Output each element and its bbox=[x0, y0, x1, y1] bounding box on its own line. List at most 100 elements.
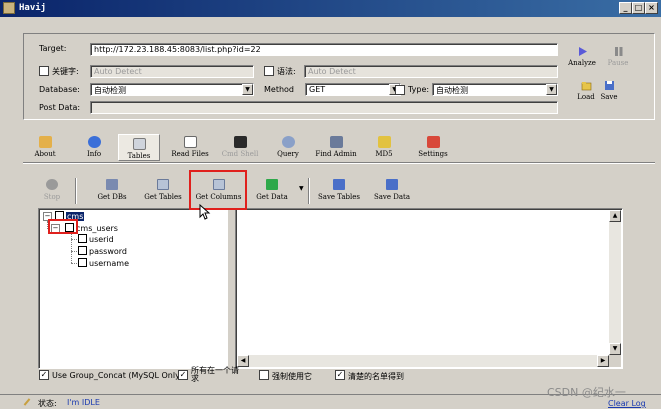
tab-label: Read Files bbox=[171, 150, 209, 158]
type-checkbox[interactable] bbox=[395, 85, 405, 95]
table-icon bbox=[132, 138, 146, 150]
vertical-scrollbar[interactable]: ▲ ▼ bbox=[609, 210, 621, 355]
tab-tables[interactable]: Tables bbox=[118, 134, 160, 161]
result-pane[interactable]: ▲ ▼ ◀ ▶ bbox=[235, 208, 623, 369]
analyze-button[interactable]: Analyze bbox=[566, 46, 598, 67]
checkbox[interactable] bbox=[78, 234, 87, 243]
dropdown-arrow-icon[interactable]: ▼ bbox=[299, 185, 304, 192]
checkbox[interactable] bbox=[78, 246, 87, 255]
type-value: 自动检测 bbox=[436, 86, 468, 95]
tree-line bbox=[71, 251, 77, 252]
syntax-checkbox[interactable] bbox=[264, 66, 274, 76]
method-select[interactable]: GET ▼ bbox=[305, 83, 401, 96]
tab-read-files[interactable]: Read Files bbox=[166, 136, 214, 158]
data-grid-icon bbox=[266, 179, 278, 190]
horizontal-scrollbar[interactable]: ◀ ▶ bbox=[237, 355, 609, 367]
save-button[interactable]: Save bbox=[597, 80, 621, 101]
tree-node-label: userid bbox=[89, 235, 114, 244]
force-use-label: 强制使用它 bbox=[272, 372, 312, 381]
keyword-checkbox[interactable] bbox=[39, 66, 49, 76]
method-label: Method bbox=[264, 85, 295, 94]
stop-label: Stop bbox=[43, 193, 61, 201]
tree-node-column[interactable]: userid bbox=[78, 234, 114, 244]
tab-query[interactable]: Query bbox=[273, 136, 303, 158]
database-select[interactable]: 自动检测 ▼ bbox=[90, 83, 254, 96]
tree-node-label: cms_users bbox=[76, 224, 118, 233]
minimize-button[interactable]: _ bbox=[619, 2, 632, 14]
query-icon bbox=[281, 136, 295, 148]
mouse-cursor-icon bbox=[199, 204, 211, 220]
get-tables-label: Get Tables bbox=[144, 193, 182, 201]
checkbox[interactable] bbox=[78, 258, 87, 267]
tab-label: Tables bbox=[127, 152, 151, 160]
tab-cmd-shell[interactable]: Cmd Shell bbox=[219, 136, 261, 158]
type-select[interactable]: 自动检测 ▼ bbox=[432, 83, 558, 96]
floppy-icon bbox=[604, 81, 614, 90]
get-dbs-label: Get DBs bbox=[97, 193, 127, 201]
stop-button[interactable]: Stop bbox=[38, 179, 66, 201]
save-tables-button[interactable]: Save Tables bbox=[314, 179, 364, 201]
chevron-down-icon[interactable]: ▼ bbox=[546, 84, 557, 95]
tab-label: Query bbox=[277, 150, 299, 158]
scroll-corner bbox=[609, 355, 621, 367]
tree-line bbox=[71, 239, 77, 240]
method-value: GET bbox=[309, 85, 326, 94]
tree-node-label: username bbox=[89, 259, 129, 268]
table-icon bbox=[157, 179, 169, 190]
keyword-input[interactable]: Auto Detect bbox=[90, 65, 254, 78]
terminal-icon bbox=[233, 136, 247, 148]
tree-node-column[interactable]: username bbox=[78, 258, 129, 268]
close-button[interactable]: × bbox=[645, 2, 658, 14]
save-tables-label: Save Tables bbox=[317, 193, 361, 201]
clear-log-link[interactable]: Clear Log bbox=[608, 399, 646, 408]
floppy-icon bbox=[386, 179, 398, 190]
settings-icon bbox=[426, 136, 440, 148]
tab-info[interactable]: Info bbox=[80, 136, 108, 158]
tree-node-column[interactable]: password bbox=[78, 246, 127, 256]
tab-settings[interactable]: Settings bbox=[414, 136, 452, 158]
save-data-label: Save Data bbox=[373, 193, 411, 201]
tab-label: About bbox=[34, 150, 56, 158]
maximize-button[interactable]: □ bbox=[632, 2, 645, 14]
get-dbs-button[interactable]: Get DBs bbox=[93, 179, 131, 201]
title-bar: Havij _ □ × bbox=[0, 0, 661, 17]
type-label: Type: bbox=[408, 85, 430, 94]
chevron-down-icon[interactable]: ▼ bbox=[242, 84, 253, 95]
all-in-one-checkbox[interactable]: ✓ bbox=[178, 370, 188, 380]
toolbar-separator bbox=[308, 178, 310, 204]
get-tables-button[interactable]: Get Tables bbox=[140, 179, 186, 201]
tab-label: Cmd Shell bbox=[221, 150, 259, 158]
floppy-icon bbox=[333, 179, 345, 190]
scroll-up-icon[interactable]: ▲ bbox=[609, 210, 621, 222]
watermark: CSDN @纪水一 bbox=[547, 386, 626, 399]
load-button[interactable]: Load bbox=[574, 80, 598, 101]
app-icon bbox=[3, 2, 15, 14]
group-concat-label: Use Group_Concat (MySQL Only) bbox=[52, 371, 183, 380]
postdata-input[interactable] bbox=[90, 101, 558, 114]
scroll-right-icon[interactable]: ▶ bbox=[597, 355, 609, 367]
group-concat-checkbox[interactable]: ✓ bbox=[39, 370, 49, 380]
syntax-input[interactable]: Auto Detect bbox=[304, 65, 558, 78]
tab-find-admin[interactable]: Find Admin bbox=[313, 136, 359, 158]
tab-about[interactable]: About bbox=[31, 136, 59, 158]
window-title: Havij bbox=[19, 3, 47, 13]
highlight-table-node bbox=[48, 219, 78, 234]
tab-label: Info bbox=[86, 150, 102, 158]
clear-name-checkbox[interactable]: ✓ bbox=[335, 370, 345, 380]
load-label: Load bbox=[577, 93, 595, 101]
save-data-button[interactable]: Save Data bbox=[371, 179, 413, 201]
force-use-checkbox[interactable] bbox=[259, 370, 269, 380]
tab-md5[interactable]: MD5 bbox=[374, 136, 394, 158]
all-in-one-label: 所有在一个请求 bbox=[191, 366, 239, 383]
pause-button[interactable]: Pause bbox=[604, 46, 632, 67]
play-icon bbox=[578, 47, 587, 56]
folder-icon bbox=[581, 82, 591, 91]
status-label: 状态: bbox=[38, 399, 57, 408]
get-data-button[interactable]: Get Data bbox=[251, 179, 293, 201]
syntax-label: 语法: bbox=[277, 67, 296, 76]
highlight-get-columns bbox=[189, 170, 247, 210]
target-input[interactable]: http://172.23.188.45:8083/list.php?id=22 bbox=[90, 43, 558, 56]
scroll-down-icon[interactable]: ▼ bbox=[609, 343, 621, 355]
analyze-label: Analyze bbox=[568, 59, 596, 67]
file-icon bbox=[183, 136, 197, 148]
